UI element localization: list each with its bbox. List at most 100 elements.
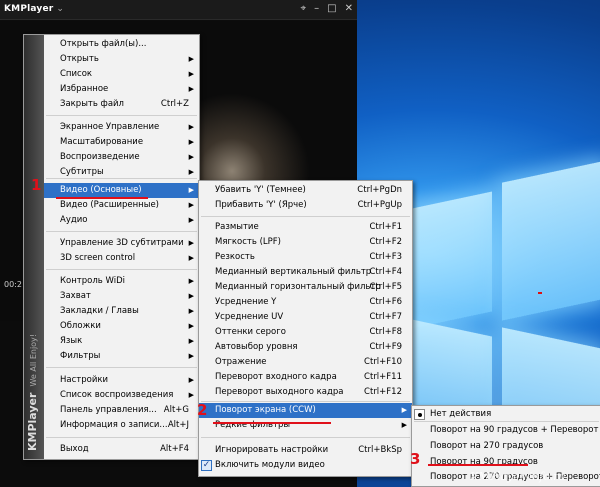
menu-item-shortcut: Ctrl+F3 xyxy=(369,252,402,262)
video-menu-item-17[interactable]: Включить модули видео ✓ xyxy=(199,458,412,473)
menu-item-label: Переворот входного кадра xyxy=(215,372,337,382)
video-menu-item-1[interactable]: Прибавить 'Y' (Ярче) Ctrl+PgUp xyxy=(199,198,412,213)
menu-item-shortcut: Ctrl+F2 xyxy=(369,237,402,247)
menu-item-label: Информация о записи... xyxy=(60,420,168,430)
menu-item-label: Список xyxy=(60,69,93,79)
radio-selected-icon xyxy=(414,409,425,420)
menu-item-label: Субтитры xyxy=(60,167,104,177)
menu-item-19[interactable]: Фильтры ▶ xyxy=(44,349,199,364)
menu-item-label: Обложки xyxy=(60,321,101,331)
video-menu-item-14[interactable]: Поворот экрана (CCW) ▶ xyxy=(199,403,412,418)
menu-item-shortcut: Ctrl+F9 xyxy=(369,342,402,352)
menu-item-label: Мягкость (LPF) xyxy=(215,237,281,247)
menu-item-18[interactable]: Язык ▶ xyxy=(44,334,199,349)
menu-item-23[interactable]: Информация о записи... Alt+J xyxy=(44,418,199,433)
menu-item-12[interactable]: Управление 3D субтитрами ▶ xyxy=(44,236,199,251)
video-menu-item-8[interactable]: Усреднение UV Ctrl+F7 xyxy=(199,310,412,325)
menu-item-shortcut: Ctrl+F11 xyxy=(364,372,402,382)
menu-item-22[interactable]: Панель управления... Alt+G xyxy=(44,403,199,418)
video-menu-item-4[interactable]: Резкость Ctrl+F3 xyxy=(199,250,412,265)
title-bar[interactable]: KMPlayer ⌄ ⌖ – □ ✕ xyxy=(0,0,357,20)
submenu-arrow-icon: ▶ xyxy=(401,421,407,429)
menu-item-2[interactable]: Список ▶ xyxy=(44,67,199,82)
menu-item-label: Медианный вертикальный фильтр xyxy=(215,267,372,277)
menu-item-15[interactable]: Захват ▶ xyxy=(44,289,199,304)
menu-item-shortcut: Alt+G xyxy=(163,405,189,415)
menu-item-9[interactable]: Видео (Основные) ▶ xyxy=(44,183,199,198)
menu-separator xyxy=(46,115,197,116)
menu-item-21[interactable]: Список воспроизведения ▶ xyxy=(44,388,199,403)
brand-vertical: KMPlayerWe All Enjoy! xyxy=(26,333,39,451)
close-icon[interactable]: ✕ xyxy=(345,3,353,14)
menu-item-4[interactable]: Закрыть файл Ctrl+Z xyxy=(44,97,199,112)
menu-item-11[interactable]: Аудио ▶ xyxy=(44,213,199,228)
menu-item-3[interactable]: Избранное ▶ xyxy=(44,82,199,97)
red-marker xyxy=(538,292,542,294)
video-menu-item-5[interactable]: Медианный вертикальный фильтр Ctrl+F4 xyxy=(199,265,412,280)
menu-item-shortcut: Ctrl+F1 xyxy=(369,222,402,232)
video-menu-item-16[interactable]: Игнорировать настройки Ctrl+BkSp xyxy=(199,443,412,458)
menu-item-label: Медианный горизонтальный фильтр xyxy=(215,282,381,292)
menu-item-shortcut: Ctrl+F12 xyxy=(364,387,402,397)
video-menu-item-3[interactable]: Мягкость (LPF) Ctrl+F2 xyxy=(199,235,412,250)
menu-item-17[interactable]: Обложки ▶ xyxy=(44,319,199,334)
menu-item-label: Оттенки серого xyxy=(215,327,286,337)
rotate-menu-item-2[interactable]: Поворот на 270 градусов xyxy=(412,439,600,454)
menu-item-label: Усреднение UV xyxy=(215,312,284,322)
menu-item-label: 3D screen control xyxy=(60,253,136,263)
maximize-icon[interactable]: □ xyxy=(327,3,336,14)
video-menu-item-10[interactable]: Автовыбор уровня Ctrl+F9 xyxy=(199,340,412,355)
video-menu-item-6[interactable]: Медианный горизонтальный фильтр Ctrl+F5 xyxy=(199,280,412,295)
video-menu-item-2[interactable]: Размытие Ctrl+F1 xyxy=(199,220,412,235)
video-menu-item-15[interactable]: Редкие фильтры ▶ xyxy=(199,418,412,433)
menu-item-label: Резкость xyxy=(215,252,255,262)
menu-item-shortcut: Ctrl+F6 xyxy=(369,297,402,307)
submenu-arrow-icon: ▶ xyxy=(188,376,194,384)
video-menu-item-12[interactable]: Переворот входного кадра Ctrl+F11 xyxy=(199,370,412,385)
menu-item-label: Переворот выходного кадра xyxy=(215,387,344,397)
video-menu-item-13[interactable]: Переворот выходного кадра Ctrl+F12 xyxy=(199,385,412,400)
menu-item-13[interactable]: 3D screen control ▶ xyxy=(44,251,199,266)
submenu-arrow-icon: ▶ xyxy=(188,123,194,131)
menu-item-10[interactable]: Видео (Расширенные) ▶ xyxy=(44,198,199,213)
menu-item-14[interactable]: Контроль WiDi ▶ xyxy=(44,274,199,289)
submenu-arrow-icon: ▶ xyxy=(401,406,407,414)
checkmark-icon: ✓ xyxy=(201,460,212,471)
submenu-arrow-icon: ▶ xyxy=(188,138,194,146)
video-menu-item-11[interactable]: Отражение Ctrl+F10 xyxy=(199,355,412,370)
submenu-arrow-icon: ▶ xyxy=(188,216,194,224)
menu-item-20[interactable]: Настройки ▶ xyxy=(44,373,199,388)
menu-item-shortcut: Ctrl+BkSp xyxy=(358,445,402,455)
menu-item-label: Язык xyxy=(60,336,83,346)
menu-item-5[interactable]: Экранное Управление ▶ xyxy=(44,120,199,135)
pin-icon[interactable]: ⌖ xyxy=(301,3,307,14)
video-menu-item-7[interactable]: Усреднение Y Ctrl+F6 xyxy=(199,295,412,310)
menu-item-shortcut: Ctrl+PgDn xyxy=(357,185,402,195)
rotate-menu-item-3[interactable]: Поворот на 90 градусов xyxy=(412,455,600,470)
submenu-arrow-icon: ▶ xyxy=(188,153,194,161)
menu-item-label: Убавить 'Y' (Темнее) xyxy=(215,185,306,195)
app-logo-menu[interactable]: KMPlayer ⌄ xyxy=(4,4,64,14)
menu-item-1[interactable]: Открыть ▶ xyxy=(44,52,199,67)
video-menu-item-9[interactable]: Оттенки серого Ctrl+F8 xyxy=(199,325,412,340)
menu-item-label: Усреднение Y xyxy=(215,297,277,307)
submenu-arrow-icon: ▶ xyxy=(188,337,194,345)
menu-item-label: Экранное Управление xyxy=(60,122,160,132)
submenu-arrow-icon: ▶ xyxy=(188,239,194,247)
menu-item-0[interactable]: Открыть файл(ы)... xyxy=(44,37,199,52)
rotate-menu-item-1[interactable]: Поворот на 90 градусов + Переворот xyxy=(412,423,600,438)
annotation-step-1: 1 xyxy=(31,176,42,194)
video-menu-item-0[interactable]: Убавить 'Y' (Темнее) Ctrl+PgDn xyxy=(199,183,412,198)
rotate-menu-item-0[interactable]: Нет действия xyxy=(412,407,600,422)
menu-item-7[interactable]: Воспроизведение ▶ xyxy=(44,150,199,165)
submenu-arrow-icon: ▶ xyxy=(188,352,194,360)
submenu-arrow-icon: ▶ xyxy=(188,55,194,63)
menu-item-24[interactable]: Выход Alt+F4 xyxy=(44,442,199,457)
minimize-icon[interactable]: – xyxy=(314,3,319,14)
submenu-arrow-icon: ▶ xyxy=(188,85,194,93)
menu-item-16[interactable]: Закладки / Главы ▶ xyxy=(44,304,199,319)
menu-item-6[interactable]: Масштабирование ▶ xyxy=(44,135,199,150)
submenu-arrow-icon: ▶ xyxy=(188,186,194,194)
menu-separator xyxy=(201,437,410,438)
menu-separator xyxy=(201,216,410,217)
